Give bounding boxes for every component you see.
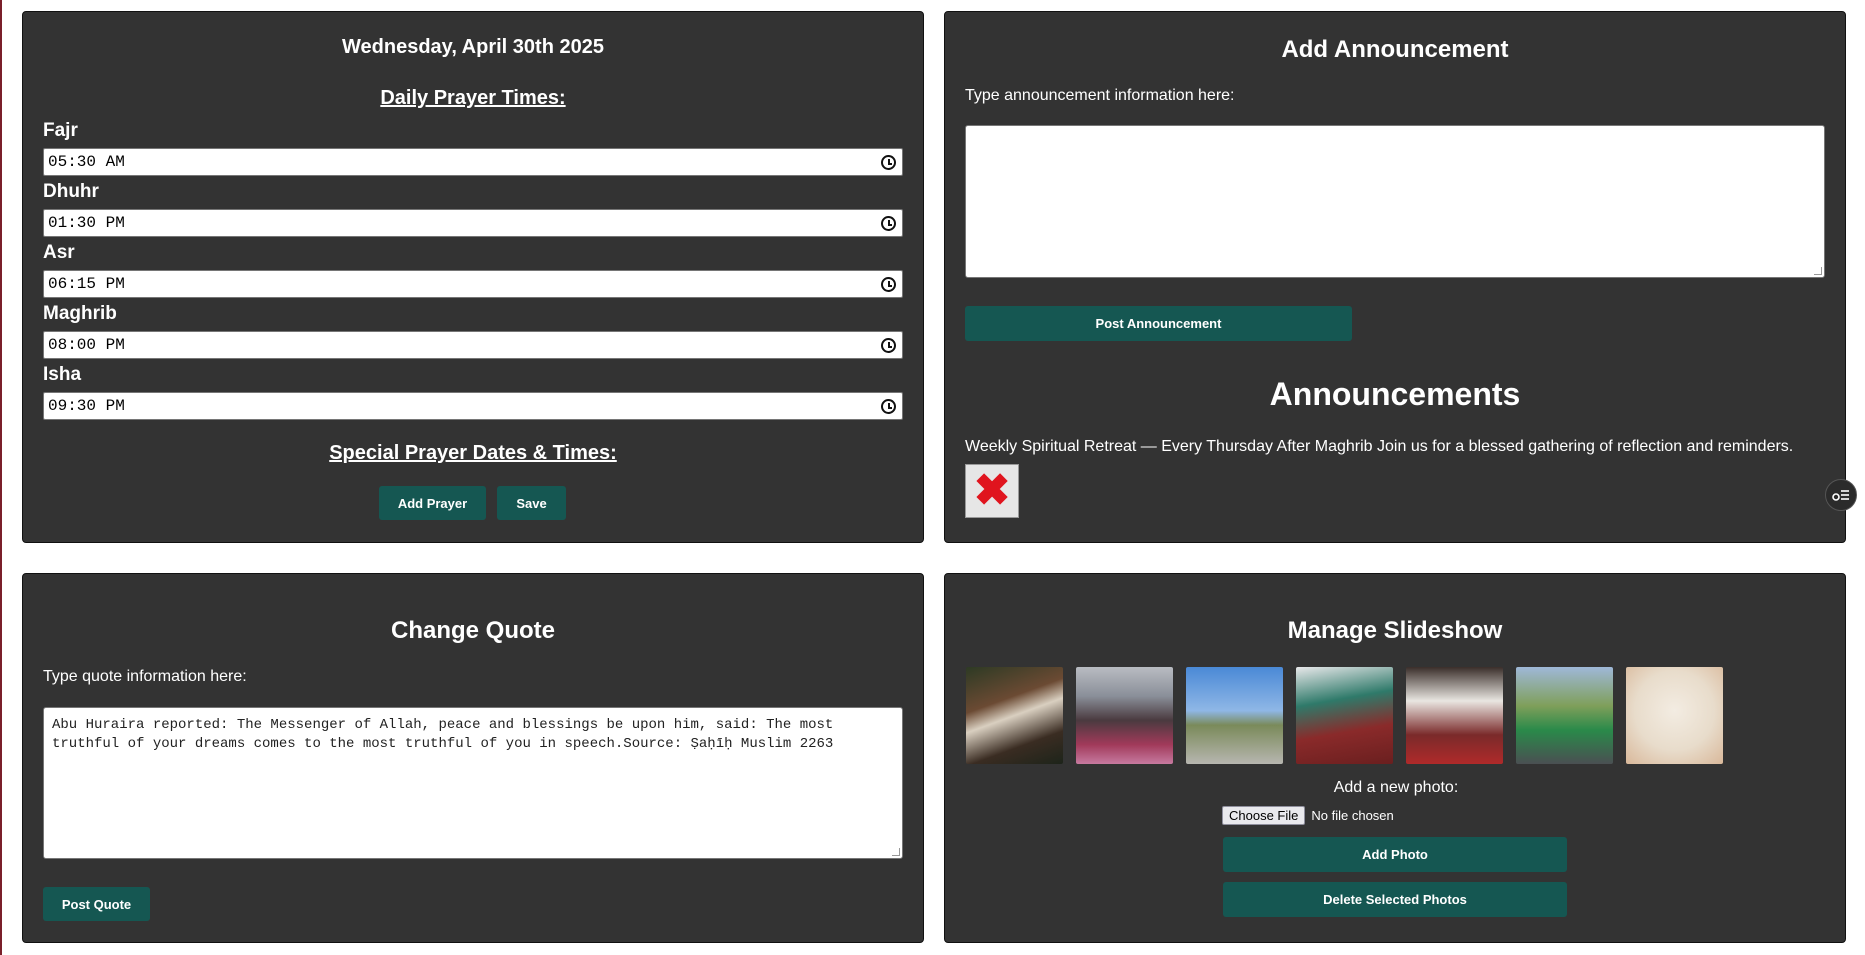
daily-prayer-times-heading: Daily Prayer Times: — [380, 87, 566, 109]
window-left-edge — [0, 0, 2, 955]
clock-icon[interactable] — [881, 399, 896, 414]
quote-textarea[interactable]: Abu Huraira reported: The Messenger of A… — [43, 707, 903, 859]
resize-handle-icon[interactable] — [892, 848, 900, 856]
dhuhr-time-value: 01:30 PM — [48, 214, 125, 232]
add-announcement-heading: Add Announcement — [1281, 36, 1509, 63]
floating-menu-icon[interactable] — [1825, 479, 1857, 511]
change-quote-heading: Change Quote — [390, 617, 555, 644]
manage-slideshow-heading: Manage Slideshow — [1287, 617, 1503, 644]
quote-textarea-value: Abu Huraira reported: The Messenger of A… — [52, 717, 834, 752]
date-heading: Wednesday, April 30th 2025 — [342, 36, 604, 58]
add-photo-button[interactable]: Add Photo — [1223, 837, 1567, 872]
prayer-label-dhuhr: Dhuhr — [43, 181, 99, 202]
fajr-time-input[interactable]: 05:30 AM — [43, 148, 903, 176]
prayer-times-panel: Wednesday, April 30th 2025 Daily Prayer … — [22, 11, 924, 543]
maghrib-time-input[interactable]: 08:00 PM — [43, 331, 903, 359]
announcement-item: Weekly Spiritual Retreat — Every Thursda… — [965, 438, 1794, 455]
dhuhr-time-input[interactable]: 01:30 PM — [43, 209, 903, 237]
slideshow-panel: Manage Slideshow Add a new photo: Choose… — [944, 573, 1846, 943]
clock-icon[interactable] — [881, 155, 896, 170]
slideshow-thumbnail[interactable] — [1186, 667, 1283, 764]
asr-time-input[interactable]: 06:15 PM — [43, 270, 903, 298]
slideshow-thumbnail[interactable] — [1076, 667, 1173, 764]
slideshow-thumbnail[interactable] — [1406, 667, 1503, 764]
clock-icon[interactable] — [881, 277, 896, 292]
delete-announcement-icon[interactable]: ✖ — [965, 464, 1019, 518]
special-prayer-heading: Special Prayer Dates & Times: — [329, 442, 617, 464]
choose-file-button[interactable]: Choose File — [1222, 806, 1306, 825]
add-prayer-button[interactable]: Add Prayer — [379, 486, 486, 520]
delete-selected-photos-button[interactable]: Delete Selected Photos — [1223, 882, 1567, 917]
announcements-heading: Announcements — [1269, 376, 1521, 412]
prayer-label-asr: Asr — [43, 242, 75, 263]
slideshow-thumbnail[interactable] — [1516, 667, 1613, 764]
maghrib-time-value: 08:00 PM — [48, 336, 125, 354]
isha-time-value: 09:30 PM — [48, 397, 125, 415]
prayer-label-fajr: Fajr — [43, 120, 78, 141]
add-photo-caption: Add a new photo: — [1333, 779, 1459, 796]
slideshow-thumbnail[interactable] — [1626, 667, 1723, 764]
post-announcement-button[interactable]: Post Announcement — [965, 306, 1352, 341]
isha-time-input[interactable]: 09:30 PM — [43, 392, 903, 420]
file-picker: Choose File No file chosen — [1222, 806, 1394, 825]
clock-icon[interactable] — [881, 216, 896, 231]
no-file-status: No file chosen — [1311, 808, 1394, 823]
save-button[interactable]: Save — [497, 486, 566, 520]
clock-icon[interactable] — [881, 338, 896, 353]
quote-helper-text: Type quote information here: — [43, 668, 247, 685]
post-quote-button[interactable]: Post Quote — [43, 887, 150, 921]
asr-time-value: 06:15 PM — [48, 275, 125, 293]
announcement-panel: Add Announcement Type announcement infor… — [944, 11, 1846, 543]
announcement-helper-text: Type announcement information here: — [965, 87, 1235, 104]
fajr-time-value: 05:30 AM — [48, 153, 125, 171]
prayer-label-isha: Isha — [43, 364, 82, 385]
slideshow-thumbnail[interactable] — [1296, 667, 1393, 764]
slideshow-thumbnail[interactable] — [966, 667, 1063, 764]
announcement-textarea[interactable] — [965, 125, 1825, 278]
resize-handle-icon[interactable] — [1814, 267, 1822, 275]
quote-panel: Change Quote Type quote information here… — [22, 573, 924, 943]
prayer-label-maghrib: Maghrib — [43, 303, 117, 324]
